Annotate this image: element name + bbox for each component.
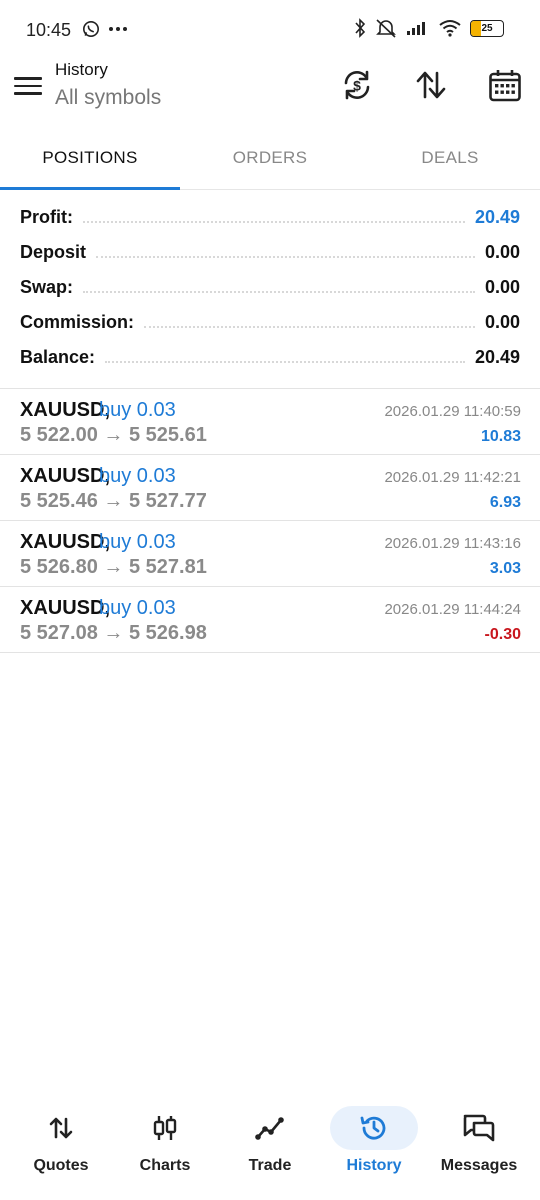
more-dots-icon bbox=[109, 27, 127, 31]
battery-indicator: 25 bbox=[470, 19, 504, 37]
deal-profit: -0.30 bbox=[484, 626, 521, 643]
summary-label: Swap: bbox=[20, 277, 74, 297]
summary-value: 20.49 bbox=[474, 207, 520, 227]
nav-label: Trade bbox=[248, 1157, 292, 1174]
dotted-leader bbox=[96, 255, 475, 258]
list-item[interactable]: XAUUSD, buy 0.03 5 522.00 → 5 525.61 202… bbox=[0, 389, 540, 455]
deal-profit: 3.03 bbox=[489, 560, 521, 577]
summary-row-swap: Swap: 0.00 bbox=[0, 270, 540, 305]
menu-button[interactable] bbox=[14, 74, 42, 98]
menu-icon bbox=[14, 77, 42, 80]
candlestick-icon bbox=[153, 1116, 177, 1140]
summary-label: Commission: bbox=[20, 312, 135, 332]
history-screen: 10:45 25 History All symbols $ POSITIONS… bbox=[0, 0, 540, 1200]
tab-deals[interactable]: DEALS bbox=[360, 128, 540, 189]
currency-exchange-icon[interactable]: $ bbox=[340, 68, 374, 102]
deal-time: 2026.01.29 11:44:24 bbox=[384, 601, 521, 618]
deal-side: buy 0.03 bbox=[99, 597, 176, 619]
nav-history[interactable]: History bbox=[324, 1106, 424, 1175]
tab-positions[interactable]: POSITIONS bbox=[0, 128, 180, 190]
nav-trade[interactable]: Trade bbox=[220, 1106, 320, 1175]
mute-bell-icon bbox=[376, 19, 396, 38]
deal-prices: 5 526.80 → 5 527.81 bbox=[20, 556, 207, 578]
status-bar: 10:45 25 bbox=[0, 0, 540, 60]
signal-icon bbox=[407, 22, 425, 35]
deal-symbol: XAUUSD, bbox=[20, 597, 111, 619]
nav-label: Charts bbox=[139, 1157, 191, 1174]
summary-value: 0.00 bbox=[484, 242, 520, 262]
positions-list: XAUUSD, buy 0.03 5 522.00 → 5 525.61 202… bbox=[0, 389, 540, 653]
deal-prices: 5 525.46 → 5 527.77 bbox=[20, 490, 207, 512]
deal-side: buy 0.03 bbox=[99, 465, 176, 487]
list-item[interactable]: XAUUSD, buy 0.03 5 525.46 → 5 527.77 202… bbox=[0, 455, 540, 521]
quotes-arrows-icon bbox=[49, 1117, 73, 1139]
app-header: History All symbols $ bbox=[0, 60, 540, 128]
summary-label: Profit: bbox=[20, 207, 73, 227]
nav-label: History bbox=[346, 1157, 402, 1174]
deal-time: 2026.01.29 11:43:16 bbox=[384, 535, 521, 552]
list-item[interactable]: XAUUSD, buy 0.03 5 527.08 → 5 526.98 202… bbox=[0, 587, 540, 653]
deal-symbol: XAUUSD, bbox=[20, 399, 111, 421]
deal-time: 2026.01.29 11:40:59 bbox=[384, 403, 521, 420]
summary-value: 20.49 bbox=[474, 347, 520, 367]
status-time: 10:45 bbox=[26, 20, 72, 40]
svg-text:$: $ bbox=[353, 78, 361, 94]
deal-symbol: XAUUSD, bbox=[20, 465, 111, 487]
history-tabs: POSITIONS ORDERS DEALS bbox=[0, 128, 540, 190]
summary-block: Profit: 20.49 Deposit 0.00 Swap: 0.00 Co… bbox=[0, 200, 540, 375]
deal-prices: 5 522.00 → 5 525.61 bbox=[20, 424, 207, 446]
summary-value: 0.00 bbox=[484, 277, 520, 297]
deal-time: 2026.01.29 11:42:21 bbox=[384, 469, 521, 486]
summary-label: Balance: bbox=[20, 347, 96, 367]
trade-line-icon bbox=[255, 1117, 284, 1140]
messages-icon bbox=[463, 1114, 495, 1142]
deal-prices: 5 527.08 → 5 526.98 bbox=[20, 622, 207, 644]
deal-profit: 6.93 bbox=[489, 494, 521, 511]
dotted-leader bbox=[144, 325, 475, 328]
summary-value: 0.00 bbox=[484, 312, 520, 332]
deal-profit: 10.83 bbox=[480, 428, 521, 445]
deal-side: buy 0.03 bbox=[99, 399, 176, 421]
wifi-icon bbox=[439, 20, 461, 37]
symbol-filter[interactable]: All symbols bbox=[55, 86, 161, 110]
summary-row-balance: Balance: 20.49 bbox=[0, 340, 540, 375]
nav-label: Quotes bbox=[33, 1157, 89, 1174]
bottom-nav: Quotes Charts Trade History Messages bbox=[0, 1100, 540, 1200]
summary-label: Deposit bbox=[20, 242, 87, 262]
summary-row-deposit: Deposit 0.00 bbox=[0, 235, 540, 270]
dotted-leader bbox=[83, 220, 465, 223]
tab-orders[interactable]: ORDERS bbox=[180, 128, 360, 189]
nav-label: Messages bbox=[440, 1157, 518, 1174]
list-item[interactable]: XAUUSD, buy 0.03 5 526.80 → 5 527.81 202… bbox=[0, 521, 540, 587]
page-title: History bbox=[55, 60, 108, 79]
history-clock-icon bbox=[360, 1116, 386, 1140]
dotted-leader bbox=[105, 360, 465, 363]
summary-row-commission: Commission: 0.00 bbox=[0, 305, 540, 340]
deal-symbol: XAUUSD, bbox=[20, 531, 111, 553]
dotted-leader bbox=[83, 290, 475, 293]
bluetooth-icon bbox=[355, 18, 366, 38]
deal-side: buy 0.03 bbox=[99, 531, 176, 553]
nav-charts[interactable]: Charts bbox=[115, 1106, 215, 1175]
nav-messages[interactable]: Messages bbox=[429, 1106, 529, 1175]
sort-icon[interactable] bbox=[414, 68, 448, 102]
whatsapp-icon bbox=[83, 21, 99, 37]
nav-quotes[interactable]: Quotes bbox=[11, 1106, 111, 1175]
calendar-icon[interactable] bbox=[488, 68, 522, 102]
summary-row-profit: Profit: 20.49 bbox=[0, 200, 540, 235]
